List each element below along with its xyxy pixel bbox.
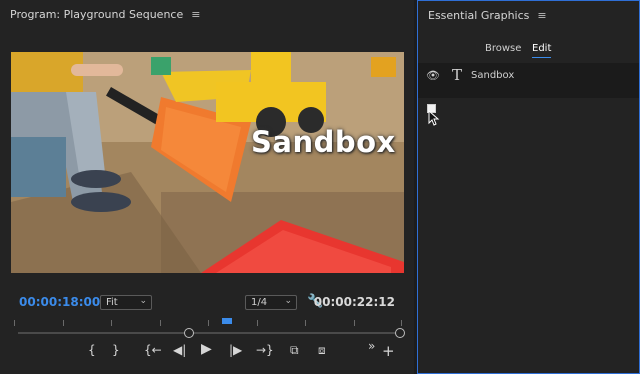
video-frame-illustration: [11, 52, 404, 273]
current-timecode[interactable]: 00:00:18:00: [19, 295, 100, 309]
ruler-tick: [160, 320, 161, 326]
ruler-tick: [354, 320, 355, 326]
step-forward-button[interactable]: |▶: [229, 343, 242, 357]
mouse-cursor-icon: [428, 110, 440, 126]
more-controls-button[interactable]: »: [368, 339, 375, 353]
zoom-level-value: Fit: [106, 297, 118, 308]
essential-graphics-panel: Essential Graphics ≡ Browse Edit 👁 T San…: [417, 0, 640, 374]
hamburger-menu-icon[interactable]: ≡: [191, 8, 200, 21]
playback-resolution-select[interactable]: 1/4 ⌄: [245, 295, 297, 310]
chevron-down-icon: ⌄: [139, 296, 147, 306]
tab-edit[interactable]: Edit: [532, 43, 552, 58]
playback-resolution-value: 1/4: [251, 297, 268, 308]
insert-button[interactable]: ⧉: [290, 343, 299, 358]
sandbox-title-overlay[interactable]: Sandbox: [251, 125, 396, 159]
ruler-tick: [63, 320, 64, 326]
hamburger-menu-icon[interactable]: ≡: [537, 9, 546, 22]
overwrite-button[interactable]: ⧈: [318, 343, 326, 358]
eye-visibility-icon[interactable]: 👁: [426, 69, 440, 82]
go-to-in-button[interactable]: {←: [144, 343, 162, 357]
go-to-out-button[interactable]: →}: [256, 343, 274, 357]
video-preview[interactable]: Sandbox: [11, 52, 404, 273]
ruler-tick: [208, 320, 209, 326]
program-panel-header: Program: Playground Sequence ≡: [0, 0, 414, 28]
chevron-down-icon: ⌄: [284, 296, 292, 306]
layer-name[interactable]: Sandbox: [471, 70, 514, 81]
time-ruler[interactable]: [14, 316, 402, 328]
text-layer-icon: T: [452, 66, 463, 84]
zoom-scroll-left-handle[interactable]: [184, 328, 194, 338]
ruler-tick: [14, 320, 15, 326]
transport-controls: { } {← ◀| ▶ |▶ →} ⧉ ⧈ » +: [80, 339, 410, 363]
step-back-button[interactable]: ◀|: [173, 343, 186, 357]
ruler-tick: [111, 320, 112, 326]
duration-timecode: 00:00:22:12: [313, 295, 395, 309]
play-button[interactable]: ▶: [201, 341, 212, 357]
ruler-tick: [401, 320, 402, 326]
ruler-tick: [257, 320, 258, 326]
zoom-scroll-right-handle[interactable]: [395, 328, 405, 338]
essential-graphics-header: Essential Graphics ≡: [418, 1, 639, 29]
add-button[interactable]: +: [382, 342, 395, 360]
playhead[interactable]: [222, 318, 232, 324]
program-panel-title[interactable]: Program: Playground Sequence: [10, 8, 183, 21]
zoom-level-select[interactable]: Fit ⌄: [100, 295, 152, 310]
tab-browse[interactable]: Browse: [485, 43, 521, 54]
ruler-tick: [305, 320, 306, 326]
layer-row[interactable]: 👁 T Sandbox: [418, 63, 639, 98]
mark-in-button[interactable]: {: [88, 343, 96, 357]
zoom-scroll-track[interactable]: [18, 332, 399, 334]
essential-graphics-title[interactable]: Essential Graphics: [428, 9, 529, 22]
program-monitor-panel: Program: Playground Sequence ≡ Sandbox 0…: [0, 0, 414, 374]
mark-out-button[interactable]: }: [112, 343, 120, 357]
